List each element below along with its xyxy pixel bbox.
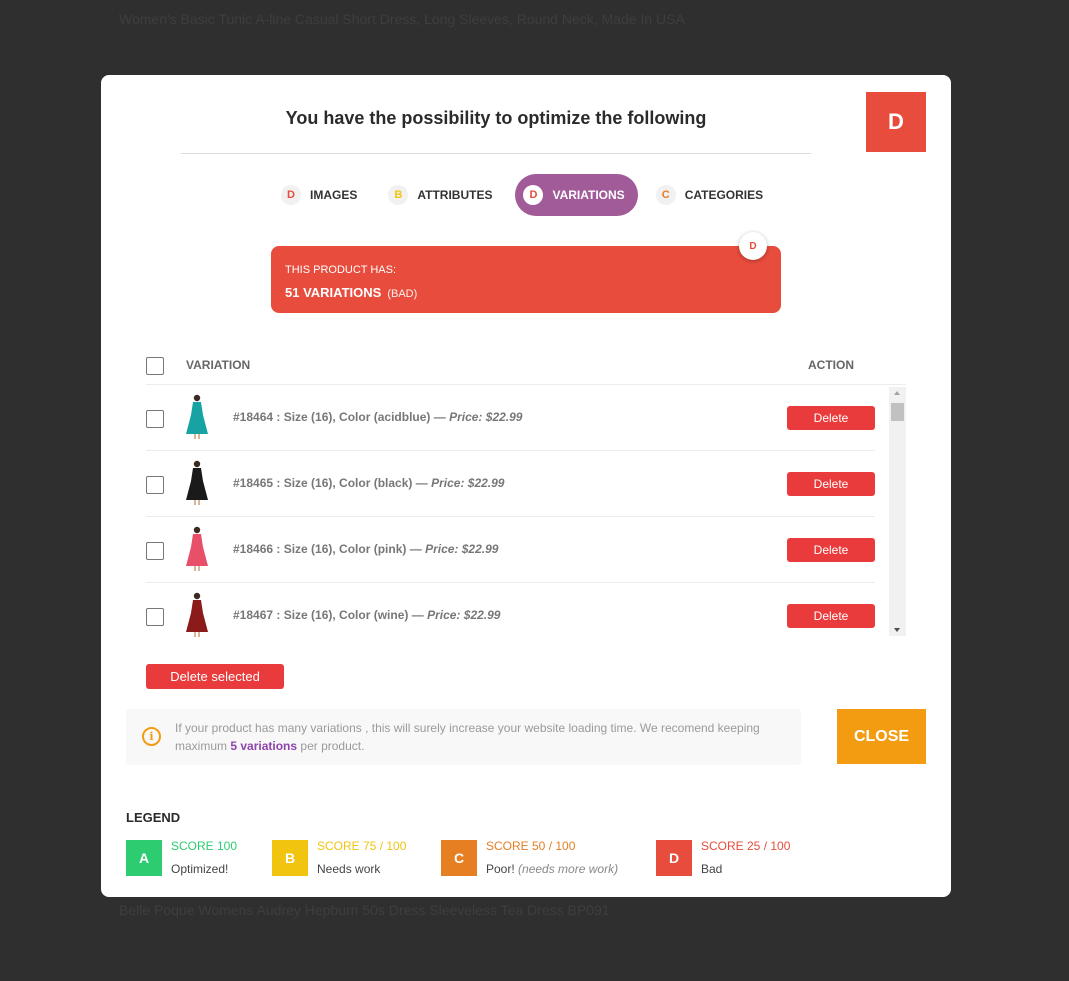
variation-details: #18467 : Size (16), Color (wine) — bbox=[233, 608, 424, 622]
variation-description: #18465 : Size (16), Color (black) — Pric… bbox=[233, 476, 504, 490]
table-row: #18467 : Size (16), Color (wine) — Price… bbox=[146, 583, 875, 637]
legend-grade-box: C bbox=[441, 840, 477, 876]
dress-thumbnail bbox=[186, 460, 208, 505]
legend-score: SCORE 75 / 100 bbox=[317, 839, 407, 853]
delete-selected-button[interactable]: Delete selected bbox=[146, 664, 284, 689]
variation-details: #18466 : Size (16), Color (pink) — bbox=[233, 542, 422, 556]
background-product-title: Women's Basic Tunic A-line Casual Short … bbox=[119, 11, 685, 27]
variation-price: Price: $22.99 bbox=[425, 542, 499, 556]
grade-letter: D bbox=[281, 185, 301, 205]
variation-description: #18464 : Size (16), Color (acidblue) — P… bbox=[233, 410, 522, 424]
legend-score: SCORE 50 / 100 bbox=[486, 839, 576, 853]
tab-variations[interactable]: D VARIATIONS bbox=[515, 174, 638, 216]
legend-score: SCORE 25 / 100 bbox=[701, 839, 791, 853]
variation-description: #18467 : Size (16), Color (wine) — Price… bbox=[233, 608, 500, 622]
variation-details: #18465 : Size (16), Color (black) — bbox=[233, 476, 428, 490]
grade-letter: D bbox=[523, 185, 544, 205]
tab-label: IMAGES bbox=[310, 188, 358, 202]
legend-note: (needs more work) bbox=[518, 862, 619, 876]
list-scrollbar[interactable] bbox=[889, 387, 906, 636]
summary-label: THIS PRODUCT HAS: bbox=[285, 264, 397, 276]
info-highlight: 5 variations bbox=[230, 739, 298, 753]
legend-grade-box: B bbox=[272, 840, 308, 876]
legend-desc-text: Needs work bbox=[317, 862, 381, 876]
tab-categories[interactable]: C CATEGORIES bbox=[648, 174, 776, 216]
column-header-variation: VARIATION bbox=[186, 358, 251, 372]
legend-title: LEGEND bbox=[126, 810, 181, 825]
row-checkbox[interactable] bbox=[146, 608, 164, 626]
tab-label: ATTRIBUTES bbox=[417, 188, 493, 202]
dress-thumbnail bbox=[186, 394, 208, 439]
info-text-end: per product. bbox=[300, 739, 365, 753]
row-checkbox[interactable] bbox=[146, 410, 164, 428]
tab-label: CATEGORIES bbox=[684, 188, 764, 202]
grade-letter: B bbox=[388, 185, 409, 205]
legend-desc-text: Poor! bbox=[486, 862, 515, 876]
delete-variation-button[interactable]: Delete bbox=[787, 406, 875, 430]
table-row: #18464 : Size (16), Color (acidblue) — P… bbox=[146, 385, 875, 451]
variation-details: #18464 : Size (16), Color (acidblue) — bbox=[233, 410, 446, 424]
legend-grade-box: D bbox=[656, 840, 692, 876]
tab-images[interactable]: D IMAGES bbox=[273, 174, 370, 216]
overall-grade-badge: D bbox=[866, 92, 926, 152]
optimization-modal: You have the possibility to optimize the… bbox=[101, 75, 951, 897]
scrollbar-thumb[interactable] bbox=[891, 403, 904, 421]
table-row: #18466 : Size (16), Color (pink) — Price… bbox=[146, 517, 875, 583]
table-row: #18465 : Size (16), Color (black) — Pric… bbox=[146, 451, 875, 517]
modal-title: You have the possibility to optimize the… bbox=[285, 108, 707, 128]
summary-value: 51 VARIATIONS (BAD) bbox=[285, 285, 767, 300]
delete-variation-button[interactable]: Delete bbox=[787, 538, 875, 562]
scroll-up-arrow-icon[interactable] bbox=[894, 391, 900, 395]
row-checkbox[interactable] bbox=[146, 476, 164, 494]
dress-thumbnail bbox=[186, 526, 208, 571]
tab-label: VARIATIONS bbox=[552, 188, 625, 202]
scroll-down-arrow-icon[interactable] bbox=[894, 628, 900, 632]
title-divider bbox=[181, 153, 811, 154]
legend-score: SCORE 100 bbox=[171, 839, 238, 853]
variation-count: 51 VARIATIONS bbox=[285, 285, 382, 300]
grade-letter: C bbox=[655, 185, 676, 205]
delete-variation-button[interactable]: Delete bbox=[787, 604, 875, 628]
select-all-checkbox[interactable] bbox=[146, 357, 164, 375]
row-checkbox[interactable] bbox=[146, 542, 164, 560]
close-button[interactable]: CLOSE bbox=[837, 709, 926, 764]
variations-list[interactable]: #18464 : Size (16), Color (acidblue) — P… bbox=[146, 385, 906, 637]
variation-price: Price: $22.99 bbox=[449, 410, 523, 424]
variation-description: #18466 : Size (16), Color (pink) — Price… bbox=[233, 542, 498, 556]
category-tabs: D IMAGES B ATTRIBUTES D VARIATIONS C CAT… bbox=[273, 174, 786, 216]
legend-desc-text: Bad bbox=[701, 862, 723, 876]
column-header-action: ACTION bbox=[808, 358, 854, 372]
tab-attributes[interactable]: B ATTRIBUTES bbox=[380, 174, 505, 216]
legend-grade-box: A bbox=[126, 840, 162, 876]
legend-desc-text: Optimized! bbox=[171, 862, 229, 876]
legend-description: Optimized! bbox=[171, 862, 228, 876]
legend-description: Poor! (needs more work) bbox=[486, 862, 618, 876]
variation-price: Price: $22.99 bbox=[431, 476, 505, 490]
legend-description: Needs work bbox=[317, 862, 380, 876]
summary-grade-badge: D bbox=[739, 232, 767, 260]
dress-thumbnail bbox=[186, 592, 208, 637]
info-icon: i bbox=[142, 727, 161, 746]
info-notice: i If your product has many variations , … bbox=[126, 709, 801, 765]
delete-variation-button[interactable]: Delete bbox=[787, 472, 875, 496]
table-header: VARIATION ACTION bbox=[146, 353, 906, 385]
background-product-title: Belle Poque Womens Audrey Hepburn 50s Dr… bbox=[119, 902, 610, 918]
quality-label: (BAD) bbox=[387, 288, 418, 300]
variations-summary-card: THIS PRODUCT HAS: 51 VARIATIONS (BAD) D bbox=[271, 232, 781, 313]
variation-price: Price: $22.99 bbox=[427, 608, 501, 622]
legend-description: Bad bbox=[701, 862, 722, 876]
